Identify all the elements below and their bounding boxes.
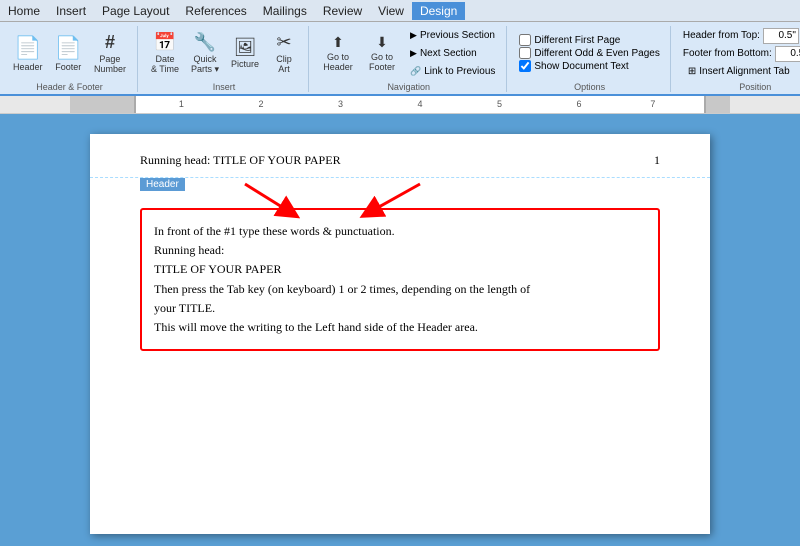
annotation-line-3: TITLE OF YOUR PAPER — [154, 260, 646, 279]
header-label-tag: Header — [140, 178, 185, 191]
prev-section-icon: ▶ — [410, 30, 417, 41]
ribbon-group-content-hf: 📄 Header 📄 Footer # PageNumber — [8, 26, 131, 80]
goto-footer-label: Go toFooter — [369, 52, 395, 72]
menu-home[interactable]: Home — [0, 2, 48, 20]
header-from-top-label: Header from Top: — [683, 30, 760, 41]
link-label: Link to Previous — [424, 66, 495, 77]
different-first-page-input[interactable] — [519, 34, 531, 46]
goto-header-button[interactable]: ⬆ Go toHeader — [317, 27, 359, 79]
goto-footer-icon: ⬇ — [376, 34, 388, 51]
different-odd-even-input[interactable] — [519, 47, 531, 59]
menu-insert[interactable]: Insert — [48, 2, 94, 20]
next-section-icon: ▶ — [410, 48, 417, 59]
annotation-line-1: In front of the #1 type these words & pu… — [154, 222, 646, 241]
header-button[interactable]: 📄 Header — [8, 27, 48, 79]
show-document-text-label: Show Document Text — [534, 61, 628, 72]
ribbon-group-header-footer: 📄 Header 📄 Footer # PageNumber Header & … — [2, 26, 138, 92]
clip-art-button[interactable]: ✂ ClipArt — [266, 27, 302, 79]
ribbon-group-insert: 📅 Date& Time 🔧 QuickParts ▾ 🖼 Picture ✂ … — [140, 26, 309, 92]
ribbon-body: 📄 Header 📄 Footer # PageNumber Header & … — [0, 22, 800, 94]
different-odd-even-checkbox[interactable]: Different Odd & Even Pages — [519, 47, 659, 59]
menu-view[interactable]: View — [370, 2, 412, 20]
page-header: Running head: TITLE OF YOUR PAPER 1 — [90, 134, 710, 178]
ribbon-group-position: Header from Top: ▲ ▼ Footer from Bottom:… — [673, 26, 800, 92]
menu-references[interactable]: References — [177, 2, 254, 20]
options-checkboxes: Different First Page Different Odd & Eve… — [515, 34, 663, 72]
picture-button[interactable]: 🖼 Picture — [226, 27, 264, 79]
footer-icon: 📄 — [55, 35, 82, 61]
document-area: Running head: TITLE OF YOUR PAPER 1 Head… — [0, 114, 800, 546]
date-time-button[interactable]: 📅 Date& Time — [146, 27, 184, 79]
footer-from-bottom-input[interactable] — [775, 46, 800, 62]
insert-group-label: Insert — [213, 80, 236, 92]
ribbon-group-content-insert: 📅 Date& Time 🔧 QuickParts ▾ 🖼 Picture ✂ … — [146, 26, 302, 80]
page-number-display: 1 — [654, 153, 660, 168]
show-document-text-input[interactable] — [519, 60, 531, 72]
goto-header-label: Go toHeader — [323, 52, 353, 72]
quick-parts-button[interactable]: 🔧 QuickParts ▾ — [186, 27, 224, 79]
menu-page-layout[interactable]: Page Layout — [94, 2, 177, 20]
options-group-label: Options — [574, 80, 605, 92]
annotation-line-6: This will move the writing to the Left h… — [154, 318, 646, 337]
page-number-icon: # — [105, 32, 115, 53]
goto-footer-button[interactable]: ⬇ Go toFooter — [361, 27, 403, 79]
ribbon-group-content-position: Header from Top: ▲ ▼ Footer from Bottom:… — [679, 26, 800, 80]
ruler-inner: 1 2 3 4 5 6 7 — [135, 96, 705, 113]
menu-design[interactable]: Design — [412, 2, 465, 20]
different-first-page-label: Different First Page — [534, 35, 620, 46]
position-group-label: Position — [739, 80, 771, 92]
footer-label: Footer — [55, 62, 81, 72]
annotation-box: In front of the #1 type these words & pu… — [140, 208, 660, 351]
page-number-label: PageNumber — [94, 54, 126, 74]
hf-group-label: Header & Footer — [36, 80, 103, 92]
alignment-tab-label: Insert Alignment Tab — [699, 66, 789, 77]
link-to-previous-button[interactable]: 🔗 Link to Previous — [405, 64, 500, 79]
link-icon: 🔗 — [410, 66, 421, 77]
annotation-line-5: your TITLE. — [154, 299, 646, 318]
nav-group-label: Navigation — [387, 80, 430, 92]
quick-parts-icon: 🔧 — [194, 32, 216, 53]
ruler: 1 2 3 4 5 6 7 — [0, 96, 800, 114]
previous-section-button[interactable]: ▶ Previous Section — [405, 28, 500, 43]
annotation-line-2: Running head: — [154, 241, 646, 260]
show-document-text-checkbox[interactable]: Show Document Text — [519, 60, 659, 72]
menu-mailings[interactable]: Mailings — [255, 2, 315, 20]
page-body: In front of the #1 type these words & pu… — [90, 178, 710, 371]
nav-col: ▶ Previous Section ▶ Next Section 🔗 Link… — [405, 28, 500, 79]
header-from-top-input[interactable] — [763, 28, 799, 44]
footer-from-bottom-row: Footer from Bottom: ▲ ▼ — [683, 46, 800, 62]
alignment-tab-icon: ⊞ — [688, 66, 696, 77]
date-time-icon: 📅 — [154, 32, 176, 53]
page: Running head: TITLE OF YOUR PAPER 1 Head… — [90, 134, 710, 534]
header-label: Header — [13, 62, 43, 72]
insert-alignment-tab-button[interactable]: ⊞ Insert Alignment Tab — [683, 64, 800, 79]
clip-art-icon: ✂ — [276, 32, 291, 53]
menu-bar: Home Insert Page Layout References Maili… — [0, 0, 800, 22]
clip-art-label: ClipArt — [276, 54, 292, 74]
different-first-page-checkbox[interactable]: Different First Page — [519, 34, 659, 46]
header-from-top-row: Header from Top: ▲ ▼ — [683, 28, 800, 44]
header-icon: 📄 — [14, 35, 41, 61]
prev-section-label: Previous Section — [420, 30, 495, 41]
ribbon: 📄 Header 📄 Footer # PageNumber Header & … — [0, 22, 800, 96]
page-number-button[interactable]: # PageNumber — [89, 27, 131, 79]
footer-from-bottom-label: Footer from Bottom: — [683, 48, 772, 59]
ribbon-group-navigation: ⬆ Go toHeader ⬇ Go toFooter ▶ Previous S… — [311, 26, 507, 92]
menu-review[interactable]: Review — [315, 2, 370, 20]
next-section-label: Next Section — [420, 48, 477, 59]
picture-icon: 🖼 — [234, 37, 257, 58]
quick-parts-label: QuickParts ▾ — [191, 54, 219, 75]
ribbon-group-options: Different First Page Different Odd & Eve… — [509, 26, 670, 92]
date-time-label: Date& Time — [151, 54, 179, 74]
picture-label: Picture — [231, 59, 259, 69]
annotation-line-4: Then press the Tab key (on keyboard) 1 o… — [154, 280, 646, 299]
ribbon-group-content-options: Different First Page Different Odd & Eve… — [515, 26, 663, 80]
footer-button[interactable]: 📄 Footer — [50, 27, 87, 79]
next-section-button[interactable]: ▶ Next Section — [405, 46, 500, 61]
different-odd-even-label: Different Odd & Even Pages — [534, 48, 659, 59]
ribbon-group-content-nav: ⬆ Go toHeader ⬇ Go toFooter ▶ Previous S… — [317, 26, 500, 80]
running-head: Running head: TITLE OF YOUR PAPER — [140, 153, 341, 168]
goto-header-icon: ⬆ — [332, 34, 344, 51]
position-fields: Header from Top: ▲ ▼ Footer from Bottom:… — [679, 28, 800, 79]
